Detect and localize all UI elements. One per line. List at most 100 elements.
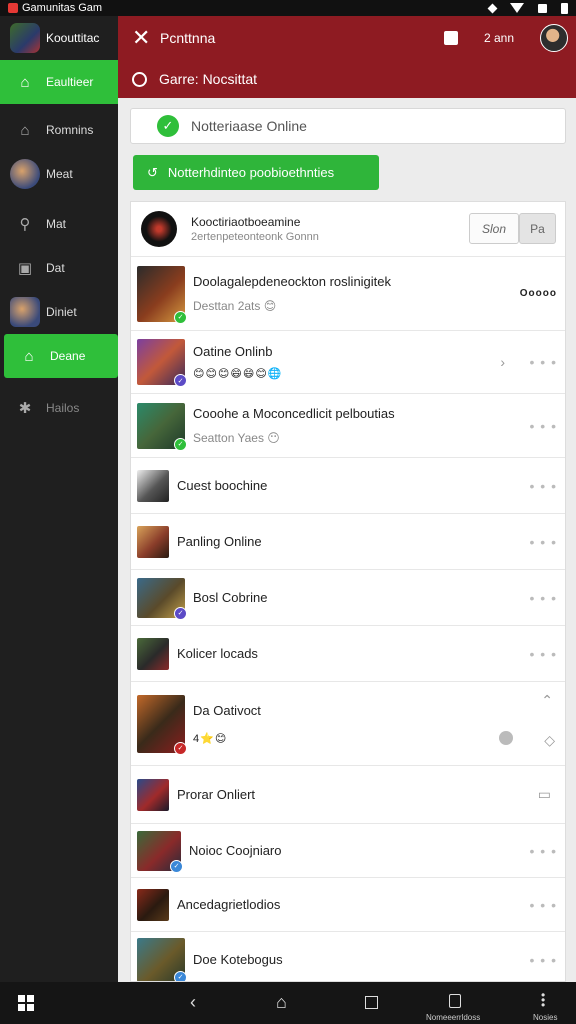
status-badge: ✓ <box>174 437 187 451</box>
sidebar-item-7[interactable]: ⌂ Deane <box>4 334 118 378</box>
game-thumbnail <box>137 778 169 811</box>
header-subtitle: Garre: Nocsittat <box>159 71 258 87</box>
status-badge: ✓ <box>174 970 187 981</box>
more-icon[interactable]: • • • <box>530 418 557 434</box>
list-item[interactable]: Prorar Onliert ▭ <box>131 766 565 824</box>
bottom-label-b[interactable]: Nosies <box>533 1013 557 1022</box>
list-item[interactable]: Kolicer locads • • • <box>131 626 565 682</box>
battery-icon <box>561 2 568 14</box>
status-badge: ✓ <box>174 374 187 387</box>
sidebar: Koouttitac ⌂ Eaultieer ⌂ Romnins Meat ⚲ … <box>0 16 118 982</box>
home-icon[interactable]: ⌂ <box>276 992 287 1013</box>
more-icon[interactable]: • • • <box>530 646 557 662</box>
list-item[interactable]: ✓ Da Oativoct 4⭐😊 ⌃ ◇ <box>131 682 565 766</box>
item-subtitle: Desttan 2ats 😊 <box>193 299 277 313</box>
gift-icon[interactable]: ▭ <box>538 786 551 803</box>
game-thumbnail: ✓ <box>137 937 187 981</box>
list-item[interactable]: Cuest boochine • • • <box>131 458 565 514</box>
wifi-icon <box>510 3 524 13</box>
game-thumbnail: ✓ <box>137 402 187 451</box>
tag-icon[interactable]: ◇ <box>544 732 555 749</box>
home-icon: ⌂ <box>20 73 30 91</box>
item-name: Da Oativoct <box>193 702 261 718</box>
status-card-text: Notteriaase Online <box>191 118 307 134</box>
game-thumbnail: ✓ <box>137 694 187 755</box>
item-emojis: 4⭐😊 <box>193 732 228 745</box>
game-thumbnail <box>137 637 169 670</box>
game-thumbnail <box>137 888 169 921</box>
item-action[interactable]: Ooooo <box>520 288 557 299</box>
status-app-name: Gamunitas Gam <box>22 2 103 14</box>
item-emojis: 😊😊😊😄😄😊🌐 <box>193 368 283 380</box>
list-item[interactable]: ✓ Doolagalepdeneockton roslinigitek Dest… <box>131 257 565 331</box>
chevron-up-icon[interactable]: ⌃ <box>541 692 553 709</box>
close-icon[interactable]: ✕ <box>132 27 152 49</box>
list-item[interactable]: Ancedagrietlodios • • • <box>131 878 565 932</box>
more-icon[interactable]: • • • <box>530 478 557 494</box>
info-icon[interactable] <box>499 731 513 745</box>
sidebar-item-4[interactable]: ⚲ Mat <box>0 202 118 246</box>
sidebar-item-1[interactable]: ⌂ Eaultieer <box>0 60 118 104</box>
location-icon <box>487 3 498 13</box>
item-name: Noioc Coojniaro <box>189 843 282 858</box>
sidebar-header[interactable]: Koouttitac <box>0 16 118 60</box>
app-icon <box>8 3 18 13</box>
status-badge: ✓ <box>174 741 187 755</box>
list-header-subtitle: 2ertenpeteonteonk Gonnn <box>191 231 319 243</box>
sidebar-item-label: Mat <box>46 217 67 231</box>
list-item[interactable]: ✓ Doe Kotebogus • • • <box>131 932 565 981</box>
status-badge: ✓ <box>170 859 183 873</box>
avatar <box>10 297 40 327</box>
image-icon: ▣ <box>17 260 33 277</box>
list-header-title: Kooctiriaotboeamine <box>191 215 301 229</box>
recents-icon[interactable] <box>365 996 378 1009</box>
item-name: Ancedagrietlodios <box>177 897 281 912</box>
sidebar-item-3[interactable]: Meat <box>0 152 118 196</box>
radio-icon[interactable] <box>132 71 147 87</box>
more-icon[interactable]: • • • <box>530 843 557 859</box>
avatar[interactable] <box>540 24 568 52</box>
main-content: ✓ Notteriaase Online ↺ Notterhdinteo poo… <box>118 98 576 982</box>
sidebar-item-8[interactable]: ✱ Hailos <box>0 386 118 430</box>
sidebar-item-label: Hailos <box>46 401 80 415</box>
list-item[interactable]: ✓ Oatine Onlinb 😊😊😊😄😄😊🌐 › • • • <box>131 331 565 394</box>
more-icon[interactable]: • • • <box>530 534 557 550</box>
pill-button-1[interactable]: Slon <box>469 213 519 244</box>
primary-action-button[interactable]: ↺ Notterhdinteo poobioethnties <box>133 155 379 190</box>
more-icon[interactable]: • • • <box>530 354 557 370</box>
list-item[interactable]: ✓ Cooohe a Moconcedlicit pelboutias Seat… <box>131 394 565 458</box>
more-icon[interactable]: • • • <box>530 590 557 606</box>
more-vertical-icon[interactable]: • • • <box>541 989 545 1011</box>
signal-icon <box>538 3 547 13</box>
sidebar-item-5[interactable]: ▣ Dat <box>0 246 118 290</box>
home-icon: ⌂ <box>20 121 30 139</box>
list-item[interactable]: ✓ Noioc Coojniaro • • • <box>131 824 565 878</box>
sidebar-item-label: Romnins <box>46 123 94 137</box>
notification-icon[interactable] <box>443 31 458 45</box>
primary-action-label: Notterhdinteo poobioethnties <box>167 165 335 180</box>
windows-icon[interactable] <box>18 995 34 1011</box>
notes-icon[interactable] <box>449 994 461 1008</box>
status-badge: ✓ <box>174 606 187 620</box>
bottom-label-a[interactable]: Nomeeerrldoss <box>426 1013 480 1022</box>
list-item[interactable]: Panling Online • • • <box>131 514 565 570</box>
sidebar-item-2[interactable]: ⌂ Romnins <box>0 108 118 152</box>
friends-list: Kooctiriaotboeamine 2ertenpeteonteonk Go… <box>130 201 566 982</box>
status-bar: Gamunitas Gam <box>0 0 576 16</box>
list-item[interactable]: ✓ Bosl Cobrine • • • <box>131 570 565 626</box>
game-thumbnail: ✓ <box>137 265 187 324</box>
item-name: Oatine Onlinb <box>193 344 273 359</box>
pill-button-2[interactable]: Pa <box>519 213 556 244</box>
avatar <box>10 159 40 189</box>
more-icon[interactable]: • • • <box>530 897 557 913</box>
sidebar-item-label: Meat <box>46 167 73 181</box>
bottom-nav: ‹ ⌂ Nomeeerrldoss • • • Nosies <box>0 982 576 1024</box>
chevron-right-icon[interactable]: › <box>500 354 505 370</box>
more-icon[interactable]: • • • <box>530 952 557 968</box>
game-selector[interactable]: Garre: Nocsittat <box>118 60 576 98</box>
sidebar-item-6[interactable]: Diniet <box>0 290 118 334</box>
back-icon[interactable]: ‹ <box>190 992 196 1013</box>
status-icons <box>487 2 568 14</box>
item-name: Doe Kotebogus <box>193 952 283 967</box>
status-badge: ✓ <box>174 310 187 324</box>
